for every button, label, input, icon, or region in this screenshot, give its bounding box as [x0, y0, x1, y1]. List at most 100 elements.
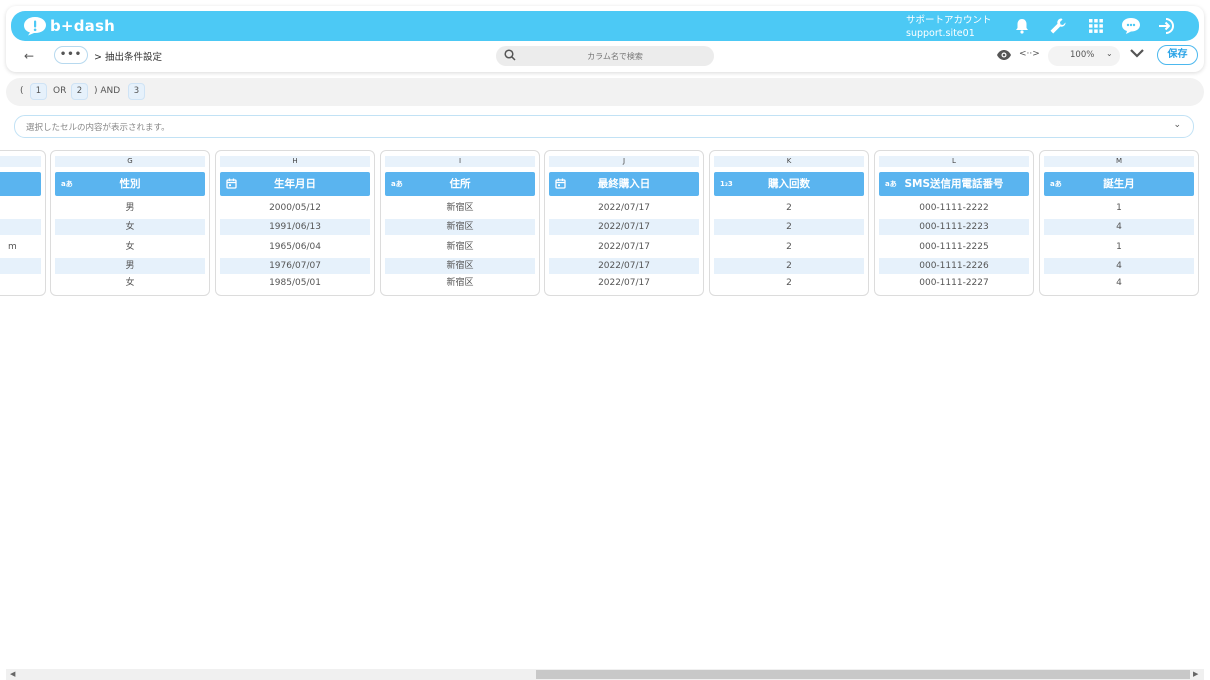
- table-cell[interactable]: 2: [714, 219, 864, 235]
- table-cell[interactable]: 2022/07/17: [549, 258, 699, 274]
- column-letter[interactable]: K: [714, 156, 864, 167]
- condition-chip-3[interactable]: 3: [128, 83, 145, 100]
- table-cell[interactable]: 新宿区: [385, 275, 535, 291]
- table-cell[interactable]: 1: [1044, 239, 1194, 255]
- eye-icon[interactable]: [996, 49, 1012, 61]
- column-header-label: 性別: [119, 178, 141, 190]
- column-search[interactable]: [496, 46, 714, 66]
- table-cell[interactable]: m: [0, 239, 41, 255]
- code-view-icon[interactable]: <··>: [1019, 49, 1040, 59]
- table-cell[interactable]: 2: [714, 258, 864, 274]
- operator-and: ) AND: [94, 86, 121, 96]
- scrollbar-thumb[interactable]: [536, 670, 1190, 679]
- column-card: H 生年月日 2000/05/12 1991/06/13 1965/06/04 1976/…: [215, 150, 375, 296]
- table-cell[interactable]: 2000/05/12: [220, 200, 370, 216]
- account-info[interactable]: サポートアカウント support.site01: [906, 14, 992, 40]
- table-cell[interactable]: 000-1111-2222: [879, 200, 1029, 216]
- text-type-icon: aあ: [1050, 180, 1062, 188]
- scroll-right-icon[interactable]: ▶: [1193, 669, 1198, 680]
- table-cell[interactable]: 新宿区: [385, 200, 535, 216]
- scroll-left-icon[interactable]: ◀: [10, 669, 15, 680]
- chat-bubble-icon[interactable]: [1121, 16, 1141, 36]
- table-cell[interactable]: 女: [55, 239, 205, 255]
- table-cell[interactable]: 000-1111-2226: [879, 258, 1029, 274]
- table-cell[interactable]: 女: [55, 275, 205, 291]
- zoom-select[interactable]: 100% ⌄: [1048, 46, 1120, 66]
- column-letter[interactable]: G: [55, 156, 205, 167]
- chevron-down-icon[interactable]: ⌄: [1173, 120, 1181, 130]
- account-id: support.site01: [906, 28, 975, 39]
- table-cell[interactable]: 男: [55, 258, 205, 274]
- table-cell[interactable]: 新宿区: [385, 219, 535, 235]
- horizontal-scrollbar[interactable]: ◀ ▶: [6, 669, 1204, 680]
- logout-icon[interactable]: [1157, 16, 1177, 36]
- table-cell[interactable]: 2022/07/17: [549, 239, 699, 255]
- table-cell[interactable]: 4: [1044, 275, 1194, 291]
- column-header[interactable]: [0, 172, 41, 196]
- number-type-icon: 1₂3: [720, 180, 733, 188]
- table-cell[interactable]: 2022/07/17: [549, 200, 699, 216]
- column-card: m: [0, 150, 46, 296]
- table-cell[interactable]: 1: [1044, 200, 1194, 216]
- column-letter[interactable]: [0, 156, 41, 167]
- condition-chip-1[interactable]: 1: [30, 83, 47, 100]
- table-cell[interactable]: 新宿区: [385, 239, 535, 255]
- table-cell[interactable]: 4: [1044, 219, 1194, 235]
- bell-icon[interactable]: [1012, 16, 1032, 36]
- cell-content-placeholder: 選択したセルの内容が表示されます。: [26, 123, 170, 133]
- table-cell[interactable]: [0, 275, 41, 291]
- table-cell[interactable]: 000-1111-2223: [879, 219, 1029, 235]
- search-icon: [504, 49, 516, 61]
- back-arrow-icon[interactable]: ←: [24, 49, 34, 63]
- table-cell[interactable]: 4: [1044, 258, 1194, 274]
- text-type-icon: aあ: [391, 180, 403, 188]
- column-letter[interactable]: J: [549, 156, 699, 167]
- column-header[interactable]: 生年月日: [220, 172, 370, 196]
- table-cell[interactable]: 2022/07/17: [549, 219, 699, 235]
- column-letter[interactable]: L: [879, 156, 1029, 167]
- expand-chevron-icon[interactable]: [1130, 48, 1144, 58]
- zoom-value: 100%: [1070, 50, 1095, 60]
- column-header[interactable]: 最終購入日: [549, 172, 699, 196]
- table-cell[interactable]: 新宿区: [385, 258, 535, 274]
- table-cell[interactable]: 男: [55, 200, 205, 216]
- table-cell[interactable]: 2: [714, 275, 864, 291]
- column-header-label: 住所: [449, 178, 471, 190]
- chevron-down-icon: ⌄: [1106, 49, 1113, 58]
- search-input[interactable]: [524, 48, 706, 64]
- column-letter[interactable]: M: [1044, 156, 1194, 167]
- column-header[interactable]: 1₂3 購入回数: [714, 172, 864, 196]
- column-header-label: 最終購入日: [597, 178, 651, 190]
- column-header-label: 誕生月: [1103, 178, 1135, 190]
- column-letter[interactable]: H: [220, 156, 370, 167]
- table-cell[interactable]: 000-1111-2225: [879, 239, 1029, 255]
- condition-chip-2[interactable]: 2: [71, 83, 88, 100]
- table-cell[interactable]: 1985/05/01: [220, 275, 370, 291]
- table-cell[interactable]: 000-1111-2227: [879, 275, 1029, 291]
- more-button[interactable]: •••: [54, 46, 88, 64]
- table-cell[interactable]: [0, 219, 41, 235]
- breadcrumb: > 抽出条件設定: [94, 52, 162, 63]
- column-header[interactable]: aあ SMS送信用電話番号: [879, 172, 1029, 196]
- table-cell[interactable]: 2022/07/17: [549, 275, 699, 291]
- save-button[interactable]: 保存: [1157, 45, 1198, 65]
- condition-bar: ( 1 OR 2 ) AND 3: [6, 78, 1204, 106]
- column-header[interactable]: aあ 性別: [55, 172, 205, 196]
- cell-content-bar[interactable]: 選択したセルの内容が表示されます。 ⌄: [14, 115, 1194, 138]
- table-cell[interactable]: 1991/06/13: [220, 219, 370, 235]
- table-cell[interactable]: 女: [55, 219, 205, 235]
- column-header[interactable]: aあ 誕生月: [1044, 172, 1194, 196]
- column-letter[interactable]: I: [385, 156, 535, 167]
- table-cell[interactable]: 2: [714, 239, 864, 255]
- table-cell[interactable]: 1976/07/07: [220, 258, 370, 274]
- column-card: Laあ SMS送信用電話番号 000-1111-2222 000-1111-2223 0…: [874, 150, 1034, 296]
- apps-grid-icon[interactable]: [1086, 16, 1106, 36]
- table-cell[interactable]: 1965/06/04: [220, 239, 370, 255]
- wrench-icon[interactable]: [1048, 16, 1068, 36]
- column-header[interactable]: aあ 住所: [385, 172, 535, 196]
- table-cell[interactable]: [0, 200, 41, 216]
- calendar-icon: [226, 172, 237, 199]
- logo[interactable]: b+dash: [23, 16, 115, 36]
- table-cell[interactable]: 2: [714, 200, 864, 216]
- table-cell[interactable]: [0, 258, 41, 274]
